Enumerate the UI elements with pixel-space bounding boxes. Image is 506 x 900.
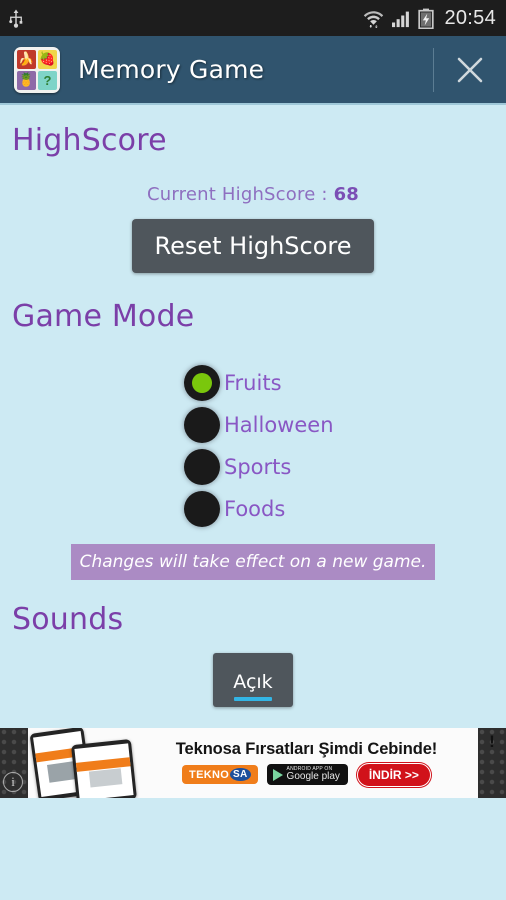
ad-exclamation-icon: ! bbox=[489, 732, 495, 751]
ad-edge-left: i bbox=[0, 728, 28, 798]
ad-edge-right: ! bbox=[478, 728, 506, 798]
radio-option-fruits[interactable]: Fruits bbox=[184, 362, 394, 404]
ad-headline: Teknosa Fırsatları Şimdi Cebinde! bbox=[175, 739, 438, 758]
ad-badges: TEKNO SA ANDROID APP ON Google play İNDİ… bbox=[182, 762, 431, 787]
ad-phone-small bbox=[71, 739, 137, 798]
radio-label-fruits: Fruits bbox=[224, 371, 282, 395]
teknosa-logo-text: TEKNO bbox=[189, 768, 230, 781]
section-heading-highscore: HighScore bbox=[12, 123, 167, 158]
sounds-toggle-label: Açık bbox=[233, 671, 273, 693]
sounds-toggle-button[interactable]: Açık bbox=[213, 653, 293, 707]
radio-option-halloween[interactable]: Halloween bbox=[184, 404, 394, 446]
radio-button-icon bbox=[184, 365, 220, 401]
app-icon-question-mark: ? bbox=[38, 70, 57, 90]
status-bar: 20:54 bbox=[0, 0, 506, 36]
ad-download-button[interactable]: İNDİR >> bbox=[356, 762, 431, 787]
google-play-badge[interactable]: ANDROID APP ON Google play bbox=[266, 763, 348, 786]
radio-option-sports[interactable]: Sports bbox=[184, 446, 394, 488]
game-mode-radio-group: Fruits Halloween Sports Foods bbox=[0, 362, 506, 530]
title-bar: 🍌 🍓 🍍 ? Memory Game bbox=[0, 36, 506, 105]
close-icon bbox=[457, 57, 483, 82]
section-heading-game-mode: Game Mode bbox=[12, 299, 195, 334]
ad-phone-images bbox=[28, 728, 143, 798]
radio-button-icon bbox=[184, 449, 220, 485]
radio-option-foods[interactable]: Foods bbox=[184, 488, 394, 530]
ad-banner[interactable]: i Teknosa Fırsatları Şimdi Cebinde! TEKN… bbox=[0, 728, 506, 798]
radio-label-sports: Sports bbox=[224, 455, 292, 479]
app-title: Memory Game bbox=[78, 55, 265, 84]
radio-button-icon bbox=[184, 407, 220, 443]
ad-body[interactable]: Teknosa Fırsatları Şimdi Cebinde! TEKNO … bbox=[28, 728, 478, 798]
app-icon-strawberry: 🍓 bbox=[38, 49, 57, 69]
ad-info-icon[interactable]: i bbox=[3, 772, 23, 792]
settings-content: HighScore Current HighScore : 68 Reset H… bbox=[0, 123, 506, 707]
status-bar-left bbox=[8, 8, 24, 28]
section-heading-sounds: Sounds bbox=[12, 602, 124, 637]
radio-label-halloween: Halloween bbox=[224, 413, 334, 437]
wifi-icon bbox=[364, 10, 384, 28]
status-clock: 20:54 bbox=[444, 6, 496, 29]
radio-label-foods: Foods bbox=[224, 497, 286, 521]
app-icon: 🍌 🍓 🍍 ? bbox=[14, 46, 60, 93]
sounds-toggle-indicator bbox=[234, 697, 272, 701]
close-button[interactable] bbox=[434, 35, 506, 104]
google-play-icon bbox=[272, 768, 283, 781]
reset-highscore-button[interactable]: Reset HighScore bbox=[132, 219, 374, 273]
teknosa-logo[interactable]: TEKNO SA bbox=[182, 765, 258, 784]
usb-icon bbox=[9, 9, 23, 28]
app-icon-pineapple: 🍍 bbox=[17, 70, 36, 90]
game-mode-notice: Changes will take effect on a new game. bbox=[71, 544, 435, 580]
ad-content: Teknosa Fırsatları Şimdi Cebinde! TEKNO … bbox=[143, 740, 478, 787]
battery-charging-icon bbox=[418, 8, 435, 29]
google-play-big-text: Google play bbox=[286, 770, 340, 782]
current-highscore-label: Current HighScore : bbox=[146, 184, 334, 205]
app-icon-banana: 🍌 bbox=[17, 49, 36, 69]
current-highscore-text: Current HighScore : 68 bbox=[0, 184, 506, 205]
cellular-signal-icon bbox=[392, 11, 410, 27]
sounds-toggle-wrap: Açık bbox=[0, 653, 506, 707]
current-highscore-value: 68 bbox=[333, 184, 360, 205]
teknosa-logo-sa: SA bbox=[230, 768, 251, 781]
radio-button-icon bbox=[184, 491, 220, 527]
status-bar-right: 20:54 bbox=[363, 7, 496, 30]
